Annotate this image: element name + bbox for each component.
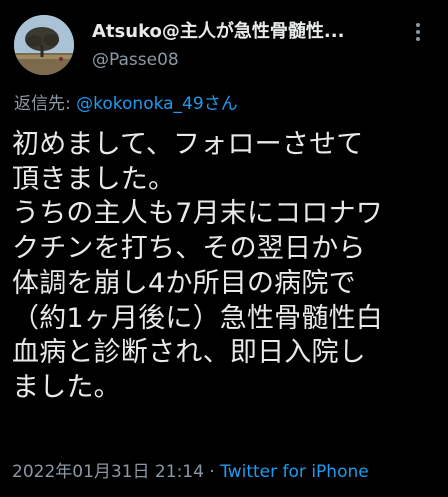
footer-separator: ·	[203, 462, 221, 482]
tweet-text-line: うちの主人も7月末にコロナワ	[12, 198, 383, 230]
user-handle[interactable]: @Passe08	[92, 48, 392, 72]
display-name[interactable]: Atsuko@主人が急性骨髄性...	[92, 20, 392, 44]
avatar[interactable]	[14, 15, 74, 75]
more-horizontal-icon[interactable]	[406, 20, 430, 44]
tweet-timestamp[interactable]: 2022年01月31日 21:14	[12, 462, 204, 482]
tweet-text-line: 体調を崩し4か所目の病院で	[12, 267, 356, 299]
tweet-body: 初めまして、フォローさせて 頂きました。 うちの主人も7月末にコロナワ クチンを…	[12, 128, 440, 406]
tweet-source-link[interactable]: Twitter for iPhone	[220, 462, 369, 482]
tweet-text-line: 血病と診断され、即日入院し	[12, 337, 366, 369]
tweet-footer: 2022年01月31日 21:14 · Twitter for iPhone	[12, 460, 369, 484]
reply-to-line: 返信先: @kokonoka_49さん	[14, 92, 238, 116]
reply-mention-link[interactable]: @kokonoka_49さん	[76, 94, 238, 114]
tree-landscape-avatar-icon	[14, 15, 74, 75]
tweet-text-line: 初めまして、フォローさせて	[12, 129, 364, 160]
tweet-header: Atsuko@主人が急性骨髄性... @Passe08	[14, 12, 434, 78]
tweet-text-line: （約1ヶ月後に）急性骨髄性白	[12, 302, 383, 334]
reply-prefix: 返信先:	[14, 94, 77, 114]
tweet: Atsuko@主人が急性骨髄性... @Passe08 返信先: @kokono…	[0, 0, 448, 497]
author-block[interactable]: Atsuko@主人が急性骨髄性... @Passe08	[92, 20, 392, 72]
tweet-text-line: ました。	[12, 371, 121, 403]
tweet-text-line: 頂きました。	[12, 163, 176, 195]
tweet-text-line: クチンを打ち、その翌日から	[12, 233, 366, 265]
